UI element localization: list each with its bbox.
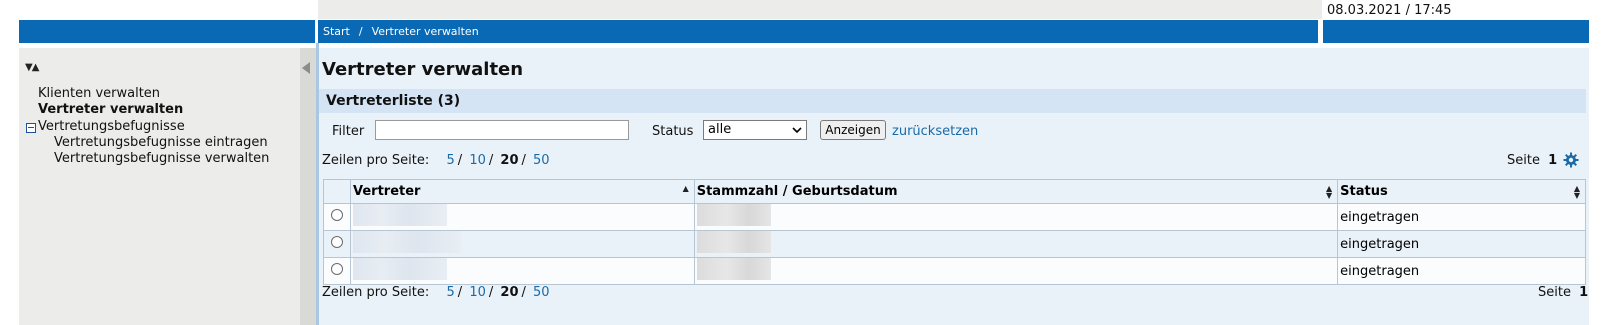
reset-link[interactable]: zurücksetzen	[892, 124, 978, 139]
page-label: Seite	[1507, 153, 1540, 168]
pager-label: Zeilen pro Seite:	[322, 285, 430, 300]
page-number: 1	[1579, 285, 1589, 300]
sort-ascending-icon: ▲	[682, 184, 689, 193]
column-header-stammzahl[interactable]: Stammzahl / Geburtsdatum ▲ ▼	[693, 179, 1339, 204]
column-label: Status	[1340, 184, 1388, 199]
pager-option-5[interactable]: 5	[447, 153, 455, 168]
sidebar-item-vertretungsbefugnisse[interactable]: Vertretungsbefugnisse	[38, 119, 185, 134]
redacted-name	[352, 258, 447, 280]
pager-separator: /	[521, 285, 526, 300]
breadcrumb-current: Vertreter verwalten	[371, 25, 479, 38]
sidebar-edge	[300, 48, 316, 325]
column-header-status[interactable]: Status ▲ ▼	[1337, 179, 1586, 204]
pager-separator: /	[488, 285, 494, 300]
redacted-id	[696, 231, 771, 253]
status-select-value: alle	[708, 122, 732, 137]
sidebar-item-klienten-verwalten[interactable]: Klienten verwalten	[38, 86, 160, 101]
status-label: Status	[652, 124, 694, 139]
redacted-name	[352, 204, 447, 226]
show-button[interactable]: Anzeigen	[820, 120, 886, 140]
sidebar-item-vertreter-verwalten[interactable]: Vertreter verwalten	[38, 102, 183, 117]
vertreter-table: Vertreter ▲ Stammzahl / Geburtsdatum ▲ ▼ …	[323, 179, 1586, 285]
pager-option-20-current: 20	[500, 153, 519, 168]
pager-option-20-current: 20	[500, 285, 519, 300]
filter-label: Filter	[332, 124, 365, 139]
collapse-sidebar-icon[interactable]	[302, 62, 310, 74]
status-select[interactable]: alle	[703, 120, 807, 140]
pager-option-50[interactable]: 50	[533, 153, 550, 168]
breadcrumb-start[interactable]: Start	[323, 25, 350, 38]
status-cell: eingetragen	[1337, 257, 1586, 285]
table-row[interactable]: eingetragen	[323, 257, 1586, 285]
chevron-down-icon	[792, 121, 802, 146]
pager-top: Zeilen pro Seite: 5/ 10/ 20/ 50	[322, 153, 553, 168]
pager-separator: /	[488, 153, 494, 168]
column-header-vertreter[interactable]: Vertreter ▲	[349, 179, 695, 204]
pager-separator: /	[521, 153, 526, 168]
sort-icon: ▲ ▼	[1326, 184, 1333, 200]
breadcrumb: Start / Vertreter verwalten	[318, 20, 1318, 43]
breadcrumb-separator: /	[358, 25, 363, 38]
header-bar-right	[1323, 20, 1589, 43]
main-border	[316, 43, 319, 325]
status-cell: eingetragen	[1337, 230, 1586, 258]
radio-icon[interactable]	[331, 209, 343, 221]
column-label: Stammzahl / Geburtsdatum	[696, 184, 898, 199]
redacted-name	[352, 231, 461, 253]
datetime: 08.03.2021 / 17:45	[1327, 3, 1452, 18]
pager-separator: /	[457, 153, 463, 168]
column-label: Vertreter	[352, 184, 421, 199]
top-strip	[318, 0, 1322, 19]
page-label: Seite	[1538, 285, 1571, 300]
redacted-id	[696, 204, 771, 226]
table-row[interactable]: eingetragen	[323, 203, 1586, 231]
header-bar-left	[19, 20, 315, 43]
select-column-header	[323, 179, 351, 204]
table-row[interactable]: eingetragen	[323, 230, 1586, 258]
pager-option-10[interactable]: 10	[469, 285, 486, 300]
sidebar-item-vertretungsbefugnisse-verwalten[interactable]: Vertretungsbefugnisse verwalten	[54, 151, 269, 166]
section-title: Vertreterliste (3)	[319, 89, 1586, 113]
tree-toggle-icon[interactable]: ▼▲	[25, 62, 39, 73]
page-indicator-top: Seite 1	[1507, 153, 1557, 168]
pager-option-50[interactable]: 50	[533, 285, 550, 300]
pager-option-10[interactable]: 10	[469, 153, 486, 168]
page-title: Vertreter verwalten	[322, 59, 524, 80]
pager-bottom: Zeilen pro Seite: 5/ 10/ 20/ 50	[322, 285, 553, 300]
pager-option-5[interactable]: 5	[447, 285, 455, 300]
redacted-id	[696, 258, 771, 280]
sort-icon: ▲ ▼	[1573, 184, 1580, 200]
gear-icon[interactable]	[1563, 152, 1579, 168]
sidebar-item-vertretungsbefugnisse-eintragen[interactable]: Vertretungsbefugnisse eintragen	[54, 135, 268, 150]
pager-label: Zeilen pro Seite:	[322, 153, 430, 168]
filter-input[interactable]	[375, 120, 629, 140]
pager-separator: /	[457, 285, 463, 300]
radio-icon[interactable]	[331, 263, 343, 275]
radio-icon[interactable]	[331, 236, 343, 248]
minus-box-icon[interactable]	[26, 123, 36, 133]
page-indicator-bottom: Seite 1	[1538, 285, 1588, 300]
status-cell: eingetragen	[1337, 203, 1586, 231]
page-number: 1	[1548, 153, 1558, 168]
table-header-row: Vertreter ▲ Stammzahl / Geburtsdatum ▲ ▼ …	[323, 179, 1586, 204]
